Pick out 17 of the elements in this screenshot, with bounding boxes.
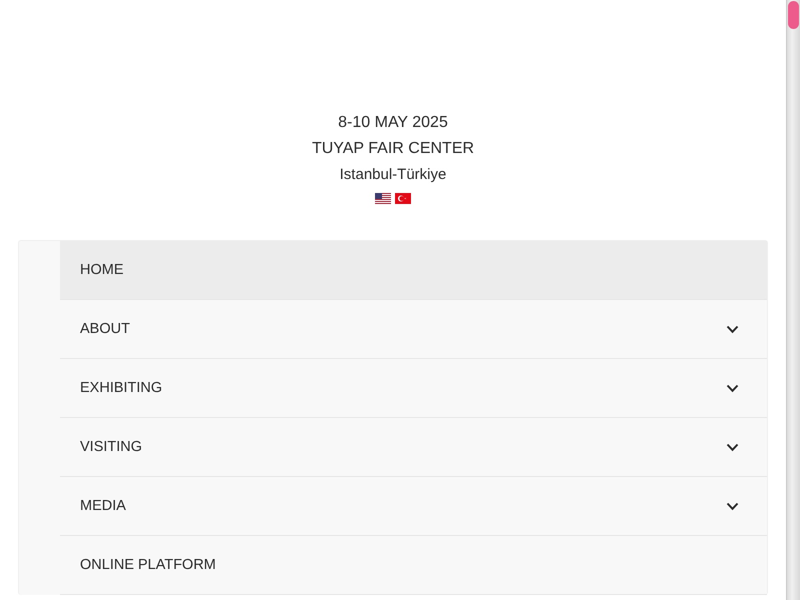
- menu-item-label: ABOUT: [80, 321, 130, 337]
- chevron-down-icon: [726, 502, 739, 510]
- chevron-down-icon: [726, 384, 739, 392]
- menu-item-label: EXHIBITING: [80, 380, 162, 396]
- event-city: Istanbul-Türkiye: [340, 165, 446, 185]
- menu-item[interactable]: HOME: [60, 241, 767, 300]
- scrollbar-thumb[interactable]: [788, 1, 799, 29]
- event-dates: 8-10 MAY 2025: [338, 113, 448, 133]
- menu-item-label: MEDIA: [80, 498, 126, 514]
- menu-item-label: VISITING: [80, 439, 142, 455]
- menu-item-label: ONLINE PLATFORM: [80, 557, 216, 573]
- chevron-down-icon: [726, 442, 739, 452]
- chevron-down-icon: [726, 324, 739, 334]
- turkey-flag-icon[interactable]: [395, 193, 411, 204]
- us-flag-icon[interactable]: [375, 193, 391, 204]
- menu-item-label: HOME: [80, 262, 124, 278]
- event-venue: TUYAP FAIR CENTER: [312, 139, 474, 159]
